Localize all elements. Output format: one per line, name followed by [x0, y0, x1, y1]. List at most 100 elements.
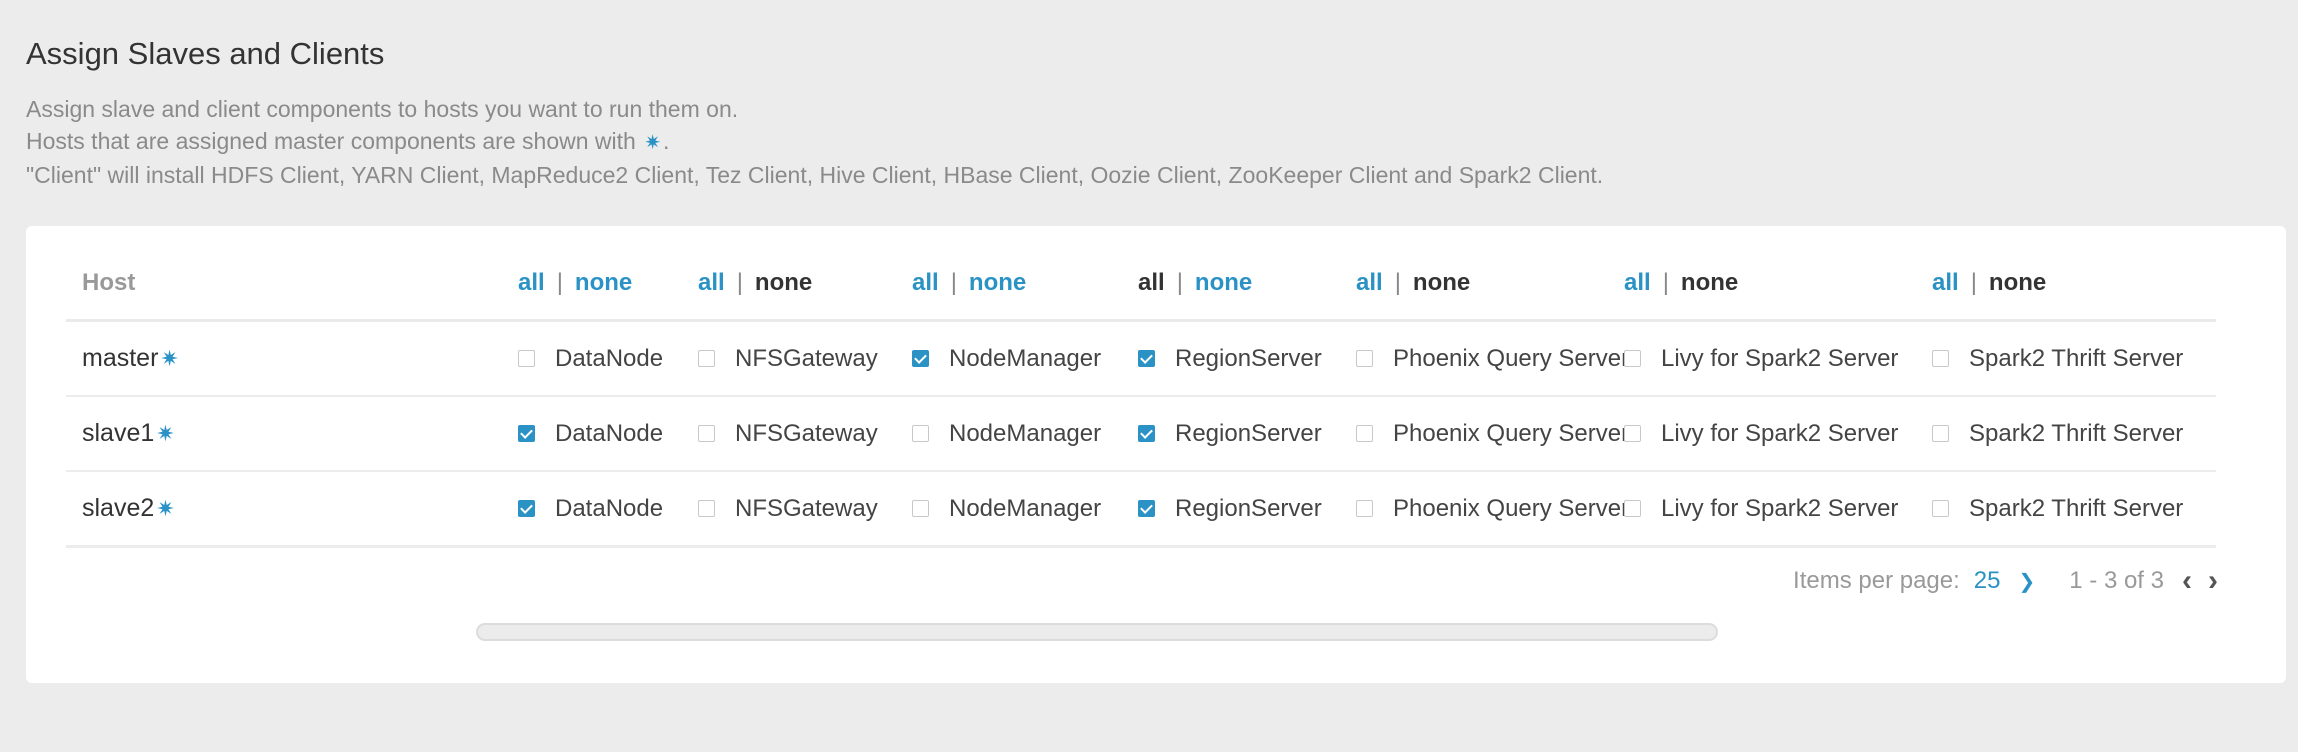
component-cell[interactable]: Phoenix Query Server	[1356, 322, 1629, 395]
component-label: NodeManager	[949, 494, 1102, 522]
component-cell[interactable]: NFSGateway	[698, 322, 878, 395]
component-cell[interactable]: Livy for Spark2 Server	[1624, 472, 1898, 545]
component-checkbox[interactable]	[912, 425, 929, 442]
component-cell[interactable]: Phoenix Query Server	[1356, 397, 1629, 470]
component-checkbox[interactable]	[1138, 500, 1155, 517]
component-checkbox[interactable]	[1932, 425, 1949, 442]
host-name-text: slave1	[82, 419, 155, 447]
page: Assign Slaves and Clients Assign slave a…	[0, 0, 2298, 752]
component-label: Livy for Spark2 Server	[1661, 344, 1899, 372]
description-line-2-text: Hosts that are assigned master component…	[26, 128, 636, 154]
component-label: DataNode	[555, 419, 664, 447]
component-label: RegionServer	[1175, 419, 1322, 447]
select-none-link[interactable]: none	[1989, 269, 2046, 297]
items-per-page-label: Items per page:	[1793, 567, 1960, 594]
master-star-icon: ✷	[156, 420, 175, 446]
component-label: Phoenix Query Server	[1393, 419, 1630, 447]
component-label: DataNode	[555, 494, 664, 522]
items-per-page-select[interactable]: 25	[1974, 567, 2001, 595]
column-header-5: all | none	[1624, 246, 1738, 319]
description-line-1: Assign slave and client components to ho…	[26, 96, 739, 122]
select-none-link[interactable]: none	[1413, 269, 1470, 297]
component-label: Spark2 Thrift Server	[1969, 494, 2184, 522]
component-cell[interactable]: DataNode	[518, 472, 663, 545]
component-checkbox[interactable]	[1624, 425, 1641, 442]
component-checkbox[interactable]	[1138, 350, 1155, 367]
component-checkbox[interactable]	[518, 425, 535, 442]
select-all-link[interactable]: all	[698, 269, 725, 297]
component-checkbox[interactable]	[912, 500, 929, 517]
chevron-down-icon[interactable]: ❯	[2019, 569, 2036, 594]
host-column-header: Host	[82, 268, 136, 296]
component-cell[interactable]: DataNode	[518, 322, 663, 395]
column-header-2: all | none	[912, 246, 1026, 319]
select-none-link[interactable]: none	[1195, 269, 1252, 297]
component-checkbox[interactable]	[1624, 500, 1641, 517]
component-cell[interactable]: Spark2 Thrift Server	[1932, 397, 2183, 470]
next-page-button[interactable]: ›	[2208, 564, 2218, 598]
component-cell[interactable]: RegionServer	[1138, 397, 1322, 470]
header-separator: |	[556, 268, 563, 296]
component-cell[interactable]: NodeManager	[912, 397, 1101, 470]
component-checkbox[interactable]	[698, 350, 715, 367]
component-checkbox[interactable]	[1356, 500, 1373, 517]
select-all-link[interactable]: all	[1138, 269, 1165, 297]
previous-page-button[interactable]: ‹	[2182, 564, 2192, 598]
component-cell[interactable]: DataNode	[518, 397, 663, 470]
component-label: NFSGateway	[735, 344, 878, 372]
pagination-range: 1 - 3 of 3	[2069, 567, 2164, 594]
select-none-link[interactable]: none	[969, 269, 1026, 297]
description-line-2-end: .	[662, 128, 670, 154]
component-checkbox[interactable]	[1624, 350, 1641, 367]
component-cell[interactable]: Spark2 Thrift Server	[1932, 472, 2183, 545]
component-checkbox[interactable]	[698, 425, 715, 442]
pagination: Items per page: 25 ❯ 1 - 3 of 3 ‹ ›	[1793, 564, 2218, 598]
select-all-link[interactable]: all	[1356, 269, 1383, 297]
horizontal-scrollbar[interactable]	[476, 623, 1718, 641]
master-star-icon: ✷	[156, 495, 175, 521]
component-cell[interactable]: Spark2 Thrift Server	[1932, 322, 2183, 395]
description-line-3: "Client" will install HDFS Client, YARN …	[26, 162, 1604, 188]
page-description: Assign slave and client components to ho…	[26, 93, 1603, 191]
component-cell[interactable]: Livy for Spark2 Server	[1624, 322, 1898, 395]
component-label: RegionServer	[1175, 494, 1322, 522]
select-all-link[interactable]: all	[912, 269, 939, 297]
component-cell[interactable]: Phoenix Query Server	[1356, 472, 1629, 545]
host-name-text: master	[82, 344, 159, 372]
component-cell[interactable]: NFSGateway	[698, 472, 878, 545]
component-checkbox[interactable]	[1138, 425, 1155, 442]
select-none-link[interactable]: none	[755, 269, 812, 297]
component-checkbox[interactable]	[518, 500, 535, 517]
component-cell[interactable]: NFSGateway	[698, 397, 878, 470]
component-cell[interactable]: NodeManager	[912, 472, 1101, 545]
select-none-link[interactable]: none	[1681, 269, 1738, 297]
select-all-link[interactable]: all	[1932, 269, 1959, 297]
select-all-link[interactable]: all	[1624, 269, 1651, 297]
component-checkbox[interactable]	[1356, 350, 1373, 367]
component-label: NodeManager	[949, 419, 1102, 447]
component-checkbox[interactable]	[698, 500, 715, 517]
column-header-4: all | none	[1356, 246, 1470, 319]
component-label: Livy for Spark2 Server	[1661, 494, 1899, 522]
component-cell[interactable]: Livy for Spark2 Server	[1624, 397, 1898, 470]
header-separator: |	[950, 268, 957, 296]
header-separator: |	[1970, 268, 1977, 296]
component-label: DataNode	[555, 344, 664, 372]
master-star-icon: ✷	[644, 132, 661, 154]
table-row: slave1 ✷ DataNode NFSGateway NodeManager Regi…	[66, 397, 2216, 472]
component-cell[interactable]: NodeManager	[912, 322, 1101, 395]
component-checkbox[interactable]	[518, 350, 535, 367]
component-cell[interactable]: RegionServer	[1138, 322, 1322, 395]
header-separator: |	[736, 268, 743, 296]
component-label: Livy for Spark2 Server	[1661, 419, 1899, 447]
header-separator: |	[1394, 268, 1401, 296]
component-label: Phoenix Query Server	[1393, 344, 1630, 372]
component-label: RegionServer	[1175, 344, 1322, 372]
component-cell[interactable]: RegionServer	[1138, 472, 1322, 545]
component-checkbox[interactable]	[1356, 425, 1373, 442]
component-checkbox[interactable]	[1932, 350, 1949, 367]
select-all-link[interactable]: all	[518, 269, 545, 297]
select-none-link[interactable]: none	[575, 269, 632, 297]
component-checkbox[interactable]	[1932, 500, 1949, 517]
component-checkbox[interactable]	[912, 350, 929, 367]
